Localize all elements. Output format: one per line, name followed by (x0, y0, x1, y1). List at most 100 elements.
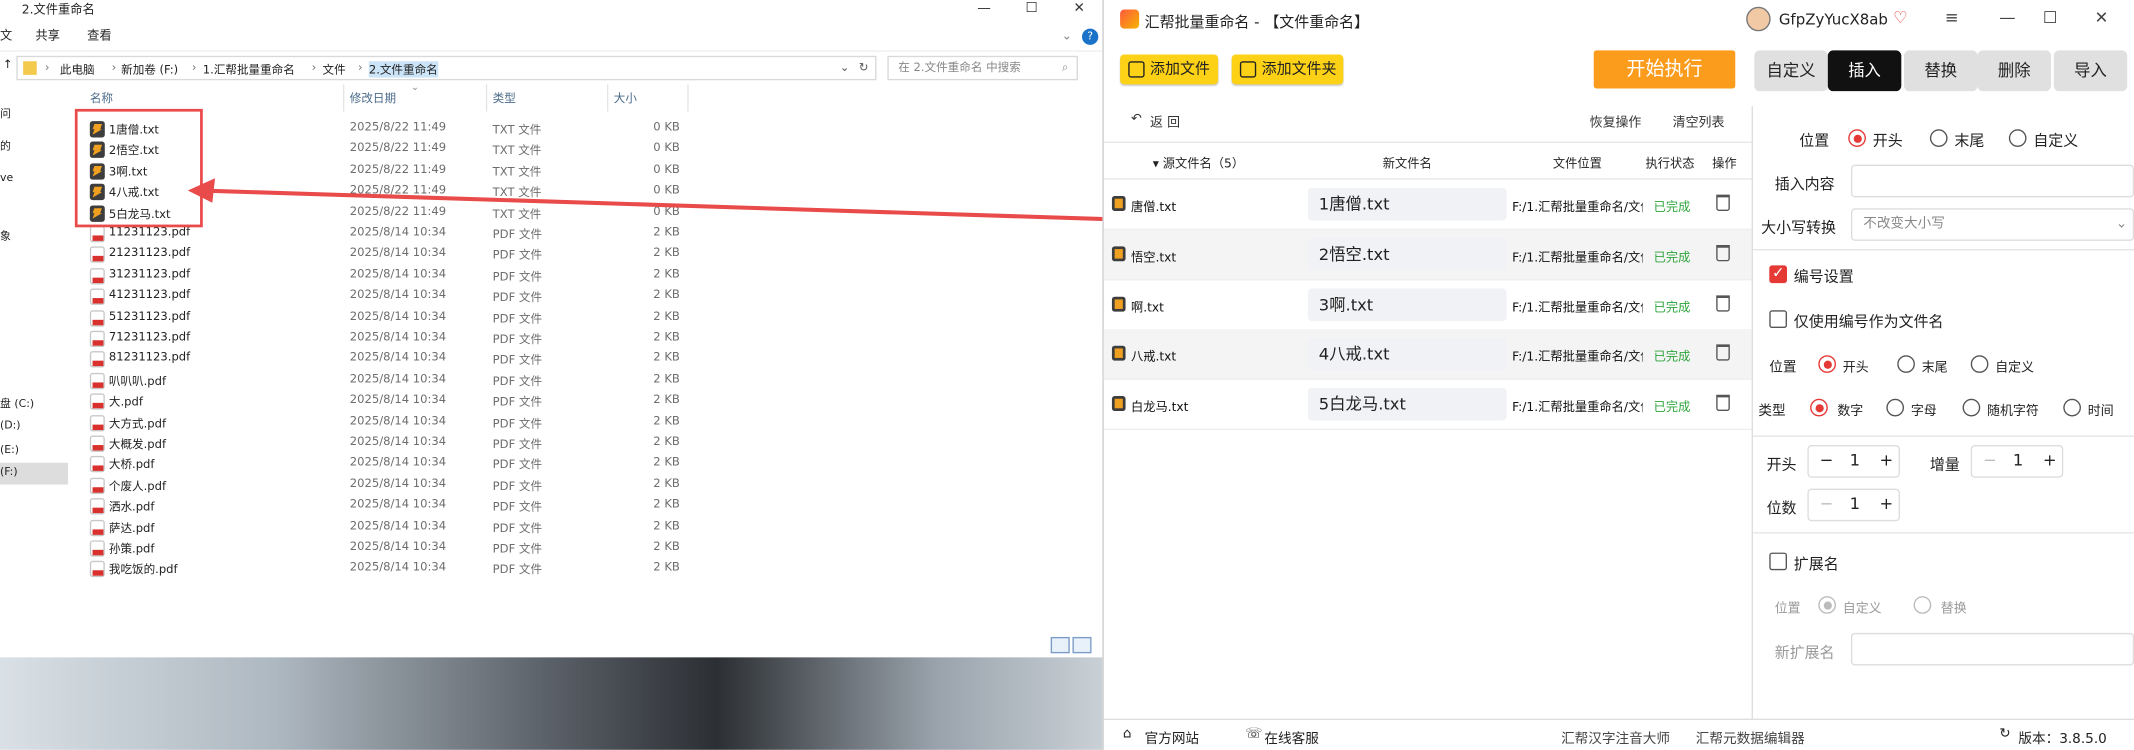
type-number-radio[interactable] (1810, 398, 1828, 417)
file-row[interactable]: 31231123.pdf 2025/8/14 10:34 PDF 文件 2 KB (84, 266, 696, 286)
maximize-button[interactable]: ☐ (1011, 0, 1052, 22)
start-button[interactable]: 开始执行 (1593, 50, 1736, 89)
file-row[interactable]: 21231123.pdf 2025/8/14 10:34 PDF 文件 2 KB (84, 246, 696, 266)
nav-drive-c[interactable]: 盘 (C:) (0, 396, 34, 411)
table-row[interactable]: 八戒.txt 4八戒.txt F:/1.汇帮批量重命名/文件 已完成 (1103, 329, 1752, 381)
ribbon-expand-icon[interactable]: ⌄ (1062, 22, 1072, 52)
close-button[interactable]: ✕ (2095, 8, 2109, 27)
crumb-drive[interactable]: 新加卷 (F:) (121, 61, 178, 78)
new-name-field[interactable]: 2悟空.txt (1307, 237, 1507, 271)
file-row[interactable]: 大.pdf 2025/8/14 10:34 PDF 文件 2 KB (84, 392, 696, 412)
file-row[interactable]: 个废人.pdf 2025/8/14 10:34 PDF 文件 2 KB (84, 476, 696, 496)
tab-insert[interactable]: 插入 (1827, 50, 1902, 92)
nav-drive-f[interactable]: (F:) (0, 462, 69, 485)
plus-icon[interactable]: + (2043, 450, 2057, 469)
dropdown-icon[interactable]: ⌄ (840, 61, 850, 75)
new-name-field[interactable]: 3啊.txt (1307, 287, 1507, 321)
increment-stepper[interactable]: −1 + (1970, 445, 2064, 478)
minus-icon[interactable]: − (1820, 450, 1834, 469)
insert-content-input[interactable] (1850, 164, 2134, 198)
type-time-radio[interactable] (2063, 398, 2081, 417)
file-row[interactable]: 大桥.pdf 2025/8/14 10:34 PDF 文件 2 KB (84, 455, 696, 475)
delete-icon[interactable] (1716, 394, 1730, 412)
new-extension-input[interactable] (1850, 632, 2134, 666)
new-name-field[interactable]: 4八戒.txt (1307, 338, 1507, 371)
back-button[interactable]: 返 回 (1150, 112, 1180, 131)
tab-replace[interactable]: 替换 (1904, 50, 1978, 92)
case-select[interactable]: 不改变大小写 ⌄ (1850, 208, 2134, 241)
restore-button[interactable]: 恢复操作 (1590, 112, 1642, 131)
start-stepper[interactable]: −1 + (1807, 445, 1900, 478)
header-source[interactable]: ▾ 源文件名（5） (1153, 154, 1244, 172)
file-row[interactable]: 大概发.pdf 2025/8/14 10:34 PDF 文件 2 KB (84, 434, 696, 454)
minus-icon[interactable]: − (1820, 494, 1834, 513)
clear-list-button[interactable]: 清空列表 (1673, 112, 1725, 131)
tab-delete[interactable]: 删除 (1977, 50, 2052, 92)
num-position-start-radio[interactable] (1818, 355, 1836, 373)
ribbon-view-tab[interactable]: 查看 (87, 22, 112, 52)
up-arrow-icon[interactable]: ↑ (3, 59, 13, 73)
add-file-button[interactable]: 添加文件 (1120, 54, 1219, 85)
plus-icon[interactable]: + (1880, 494, 1894, 513)
minus-icon[interactable]: − (1983, 450, 1997, 469)
details-view-icon[interactable] (1050, 636, 1070, 654)
table-row[interactable]: 悟空.txt 2悟空.txt F:/1.汇帮批量重命名/文件 已完成 (1103, 229, 1752, 281)
website-link[interactable]: 官方网站 (1145, 727, 1199, 747)
file-row[interactable]: 我吃饭的.pdf 2025/8/14 10:34 PDF 文件 2 KB (84, 560, 696, 580)
tab-custom[interactable]: 自定义 (1754, 50, 1828, 92)
minimize-button[interactable]: — (964, 0, 1005, 22)
file-row[interactable]: 81231123.pdf 2025/8/14 10:34 PDF 文件 2 KB (84, 350, 696, 370)
file-row[interactable]: 萨达.pdf 2025/8/14 10:34 PDF 文件 2 KB (84, 518, 696, 538)
file-row[interactable]: 11231123.pdf 2025/8/14 10:34 PDF 文件 2 KB (84, 225, 696, 245)
type-random-radio[interactable] (1962, 398, 1981, 417)
crumb-folder-1[interactable]: 1.汇帮批量重命名 (203, 61, 295, 78)
delete-icon[interactable] (1716, 344, 1730, 362)
num-position-custom-radio[interactable] (1970, 355, 1989, 373)
file-row[interactable]: 叭叭叭.pdf 2025/8/14 10:34 PDF 文件 2 KB (84, 371, 696, 391)
new-name-field[interactable]: 1唐僧.txt (1307, 187, 1507, 221)
delete-icon[interactable] (1716, 294, 1730, 312)
crumb-this-pc[interactable]: 此电脑 (60, 61, 95, 78)
search-input[interactable]: 在 2.文件重命名 中搜索 ⌕ (887, 55, 1078, 81)
extension-checkbox[interactable] (1769, 552, 1787, 571)
table-row[interactable]: 啊.txt 3啊.txt F:/1.汇帮批量重命名/文件 已完成 (1103, 280, 1752, 331)
username[interactable]: GfpZyYucX8ab (1779, 11, 1888, 29)
delete-icon[interactable] (1716, 194, 1730, 211)
position-end-radio[interactable] (1929, 129, 1948, 147)
new-name-field[interactable]: 5白龙马.txt (1307, 388, 1507, 421)
file-row[interactable]: 孙策.pdf 2025/8/14 10:34 PDF 文件 2 KB (84, 539, 696, 559)
column-size-header[interactable]: 大小 (614, 90, 637, 107)
ext-replace-radio[interactable] (1913, 596, 1932, 614)
add-folder-button[interactable]: 添加文件夹 (1231, 54, 1344, 85)
file-row[interactable]: 洒水.pdf 2025/8/14 10:34 PDF 文件 2 KB (84, 497, 696, 517)
ribbon-share-tab[interactable]: 共享 (35, 22, 60, 52)
file-row[interactable]: 41231123.pdf 2025/8/14 10:34 PDF 文件 2 KB (84, 287, 696, 307)
table-row[interactable]: 白龙马.txt 5白龙马.txt F:/1.汇帮批量重命名/文件 已完成 (1103, 380, 1752, 431)
avatar[interactable] (1746, 6, 1771, 32)
table-row[interactable]: 唐僧.txt 1唐僧.txt F:/1.汇帮批量重命名/文件 已完成 (1103, 180, 1752, 231)
type-letter-radio[interactable] (1886, 398, 1905, 417)
tab-import[interactable]: 导入 (2053, 50, 2128, 92)
column-type-header[interactable]: 类型 (493, 90, 516, 107)
crumb-folder-2[interactable]: 文件 (323, 61, 346, 78)
file-row[interactable]: 71231123.pdf 2025/8/14 10:34 PDF 文件 2 KB (84, 329, 696, 349)
plus-icon[interactable]: + (1880, 450, 1894, 469)
nav-item[interactable]: ve (0, 171, 13, 183)
position-start-radio[interactable] (1848, 129, 1866, 147)
help-icon[interactable]: ? (1081, 28, 1099, 45)
tool-link-metadata[interactable]: 汇帮元数据编辑器 (1696, 727, 1805, 747)
digits-stepper[interactable]: −1 + (1807, 488, 1900, 522)
tool-link-pinyin[interactable]: 汇帮汉字注音大师 (1561, 727, 1670, 747)
crumb-current[interactable]: 2.文件重命名 (368, 61, 438, 78)
num-position-end-radio[interactable] (1897, 355, 1915, 373)
maximize-button[interactable]: ☐ (2043, 8, 2058, 27)
column-date-header[interactable]: 修改日期 (350, 90, 396, 107)
ribbon-file-tab[interactable]: 文 (0, 22, 12, 52)
nav-item[interactable]: 问 (0, 106, 11, 121)
file-row[interactable]: 大方式.pdf 2025/8/14 10:34 PDF 文件 2 KB (84, 413, 696, 433)
nav-item[interactable]: 象 (0, 229, 11, 244)
ext-custom-radio[interactable] (1818, 596, 1836, 614)
minimize-button[interactable]: — (1999, 8, 2015, 27)
numbering-checkbox[interactable] (1769, 264, 1787, 284)
position-custom-radio[interactable] (2008, 129, 2027, 147)
